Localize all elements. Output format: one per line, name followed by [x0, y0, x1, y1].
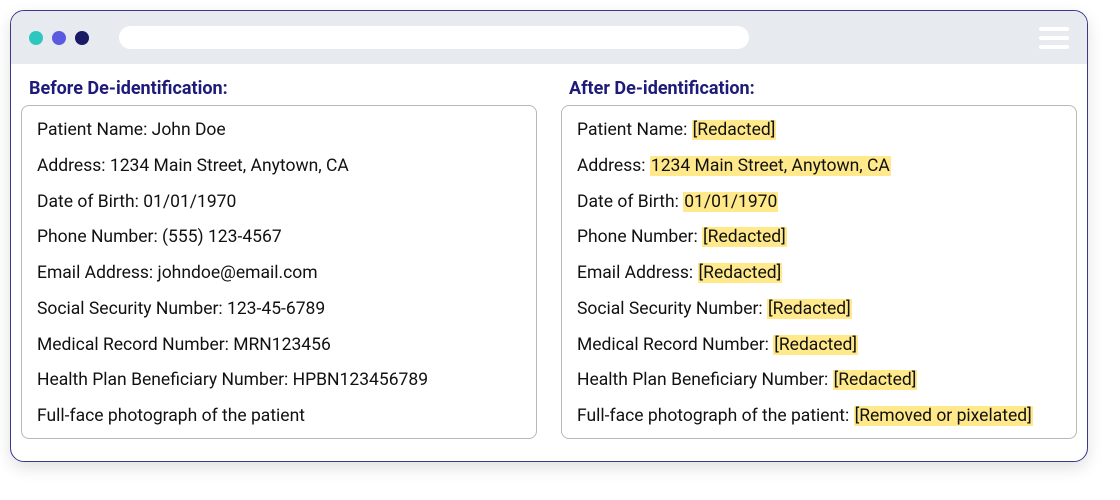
after-row-address: Address: 1234 Main Street, Anytown, CA	[577, 153, 1061, 179]
redacted-value: [Redacted]	[702, 227, 787, 247]
content-area: Before De-identification: Patient Name: …	[11, 64, 1087, 449]
redacted-value: [Redacted]	[833, 370, 918, 390]
before-row-email: Email Address: johndoe@email.com	[37, 260, 521, 286]
window-controls	[29, 31, 89, 45]
before-row-patient-name: Patient Name: John Doe	[37, 117, 521, 143]
before-row-phone: Phone Number: (555) 123-4567	[37, 224, 521, 250]
after-row-phone: Phone Number: [Redacted]	[577, 224, 1061, 250]
redacted-value: [Redacted]	[773, 335, 858, 355]
after-panel: After De-identification: Patient Name: […	[561, 78, 1077, 439]
before-panel: Before De-identification: Patient Name: …	[21, 78, 537, 439]
before-title: Before De-identification:	[29, 78, 537, 99]
redacted-value: [Redacted]	[698, 263, 783, 283]
before-row-address: Address: 1234 Main Street, Anytown, CA	[37, 153, 521, 179]
after-row-mrn: Medical Record Number: [Redacted]	[577, 332, 1061, 358]
url-bar[interactable]	[119, 26, 749, 49]
after-row-dob: Date of Birth: 01/01/1970	[577, 189, 1061, 215]
hamburger-menu-icon[interactable]	[1039, 27, 1069, 49]
after-row-patient-name: Patient Name: [Redacted]	[577, 117, 1061, 143]
after-box: Patient Name: [Redacted] Address: 1234 M…	[561, 105, 1077, 439]
redacted-value: [Redacted]	[692, 120, 777, 140]
redacted-value: 01/01/1970	[683, 192, 778, 212]
after-row-email: Email Address: [Redacted]	[577, 260, 1061, 286]
redacted-value: [Removed or pixelated]	[854, 406, 1033, 426]
before-row-photo: Full-face photograph of the patient	[37, 403, 521, 429]
before-row-ssn: Social Security Number: 123-45-6789	[37, 296, 521, 322]
titlebar	[11, 11, 1087, 64]
browser-window: Before De-identification: Patient Name: …	[10, 10, 1088, 462]
before-row-mrn: Medical Record Number: MRN123456	[37, 332, 521, 358]
after-row-ssn: Social Security Number: [Redacted]	[577, 296, 1061, 322]
redacted-value: 1234 Main Street, Anytown, CA	[650, 156, 891, 176]
redacted-value: [Redacted]	[767, 299, 852, 319]
before-row-hpbn: Health Plan Beneficiary Number: HPBN1234…	[37, 367, 521, 393]
after-row-photo: Full-face photograph of the patient: [Re…	[577, 403, 1061, 429]
after-row-hpbn: Health Plan Beneficiary Number: [Redacte…	[577, 367, 1061, 393]
before-box: Patient Name: John Doe Address: 1234 Mai…	[21, 105, 537, 439]
after-title: After De-identification:	[569, 78, 1077, 99]
window-dot-minimize[interactable]	[52, 31, 66, 45]
window-dot-maximize[interactable]	[75, 31, 89, 45]
before-row-dob: Date of Birth: 01/01/1970	[37, 189, 521, 215]
window-dot-close[interactable]	[29, 31, 43, 45]
